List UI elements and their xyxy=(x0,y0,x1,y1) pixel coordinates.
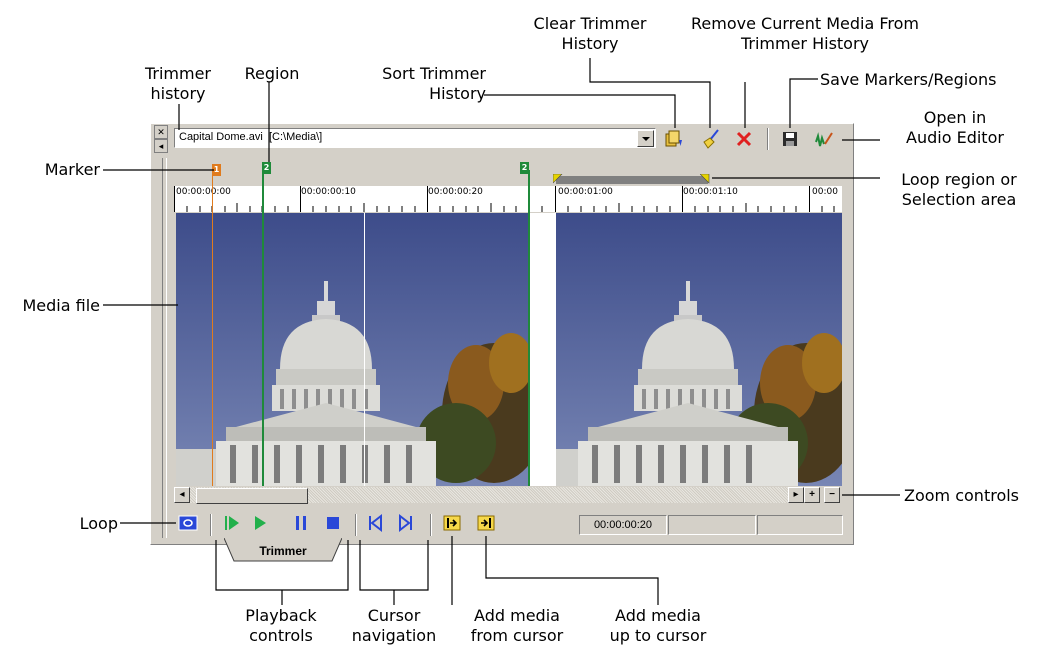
playback-cursor-line[interactable] xyxy=(364,213,365,486)
trimmer-tab-label: Trimmer xyxy=(259,544,307,558)
dock-edge[interactable] xyxy=(162,158,167,538)
loop-icon[interactable] xyxy=(178,513,198,533)
marker-line xyxy=(212,170,213,486)
play-icon[interactable] xyxy=(250,513,270,533)
callout-trimmer-history: Trimmer history xyxy=(144,64,212,103)
callout-open-in-audio-editor: Open in Audio Editor xyxy=(906,108,1004,147)
callout-zoom-controls: Zoom controls xyxy=(904,486,1020,505)
remove-x-icon[interactable] xyxy=(733,128,755,150)
zoom-out-button[interactable]: − xyxy=(824,487,840,503)
marker-flag[interactable]: 1 xyxy=(212,164,221,176)
loop-end-handle-icon[interactable] xyxy=(700,174,710,184)
clear-broom-icon[interactable] xyxy=(700,128,722,150)
history-file-path: [C:\Media\] xyxy=(269,131,323,143)
sort-icon[interactable] xyxy=(662,128,684,150)
selection-start-display[interactable] xyxy=(668,515,756,535)
save-disk-icon[interactable] xyxy=(779,128,801,150)
selection-length-display[interactable] xyxy=(757,515,843,535)
toolbar-separator xyxy=(210,514,212,536)
chevron-down-icon[interactable] xyxy=(637,130,654,147)
callout-playback-controls: Playback controls xyxy=(245,606,317,645)
scroll-right-icon[interactable]: ▸ xyxy=(788,487,804,503)
audio-editor-icon[interactable] xyxy=(813,128,835,150)
history-file-name: Capital Dome.avi xyxy=(179,131,263,143)
callout-clear-trimmer-history: Clear Trimmer History xyxy=(533,14,647,53)
media-frame-left[interactable] xyxy=(176,213,530,486)
callout-add-media-from-cursor: Add media from cursor xyxy=(470,606,564,645)
region-start-line xyxy=(262,170,264,486)
time-ruler[interactable]: 00:00:00:00 00:00:00:10 00:00:00:20 00:0… xyxy=(174,186,842,212)
toolbar-separator xyxy=(767,128,769,150)
scroll-left-icon[interactable]: ◂ xyxy=(174,487,190,503)
callout-media-file: Media file xyxy=(22,296,100,315)
collapse-button[interactable]: ◂ xyxy=(154,139,168,153)
cursor-time-display[interactable]: 00:00:00:20 xyxy=(579,515,667,535)
callout-remove-current-media: Remove Current Media From Trimmer Histor… xyxy=(691,14,919,53)
callout-cursor-navigation: Cursor navigation xyxy=(351,606,437,645)
ruler-ticks xyxy=(174,186,835,212)
loop-region-bar[interactable] xyxy=(556,176,708,184)
trimmer-history-dropdown[interactable]: Capital Dome.avi [C:\Media\] xyxy=(174,128,656,148)
go-to-start-icon[interactable] xyxy=(365,513,385,533)
pause-icon[interactable] xyxy=(291,513,311,533)
add-from-cursor-icon[interactable] xyxy=(442,513,462,533)
marker-bar[interactable]: 1 2 2 xyxy=(174,158,842,184)
close-window-button[interactable]: ✕ xyxy=(154,125,168,139)
capitol-dome-image xyxy=(176,213,530,486)
scroll-thumb[interactable] xyxy=(196,488,308,504)
capitol-dome-image xyxy=(556,213,842,486)
frame-gap xyxy=(530,213,556,486)
toolbar-separator xyxy=(430,514,432,536)
callout-marker: Marker xyxy=(44,160,100,179)
loop-start-handle-icon[interactable] xyxy=(553,174,563,184)
callout-sort-trimmer-history: Sort Trimmer History xyxy=(382,64,486,103)
add-up-to-cursor-icon[interactable] xyxy=(476,513,496,533)
callout-add-media-up-to-cursor: Add media up to cursor xyxy=(609,606,707,645)
callout-region: Region xyxy=(244,64,300,83)
go-to-end-icon[interactable] xyxy=(396,513,416,533)
callout-save-markers-regions: Save Markers/Regions xyxy=(820,70,997,89)
stop-icon[interactable] xyxy=(323,513,343,533)
callout-loop: Loop xyxy=(79,514,118,533)
region-end-line xyxy=(528,170,530,486)
callout-loop-region: Loop region or Selection area xyxy=(901,170,1017,209)
play-from-start-icon[interactable] xyxy=(222,513,242,533)
toolbar-separator xyxy=(355,514,357,536)
media-frame-right[interactable] xyxy=(556,213,842,486)
zoom-in-button[interactable]: + xyxy=(804,487,820,503)
